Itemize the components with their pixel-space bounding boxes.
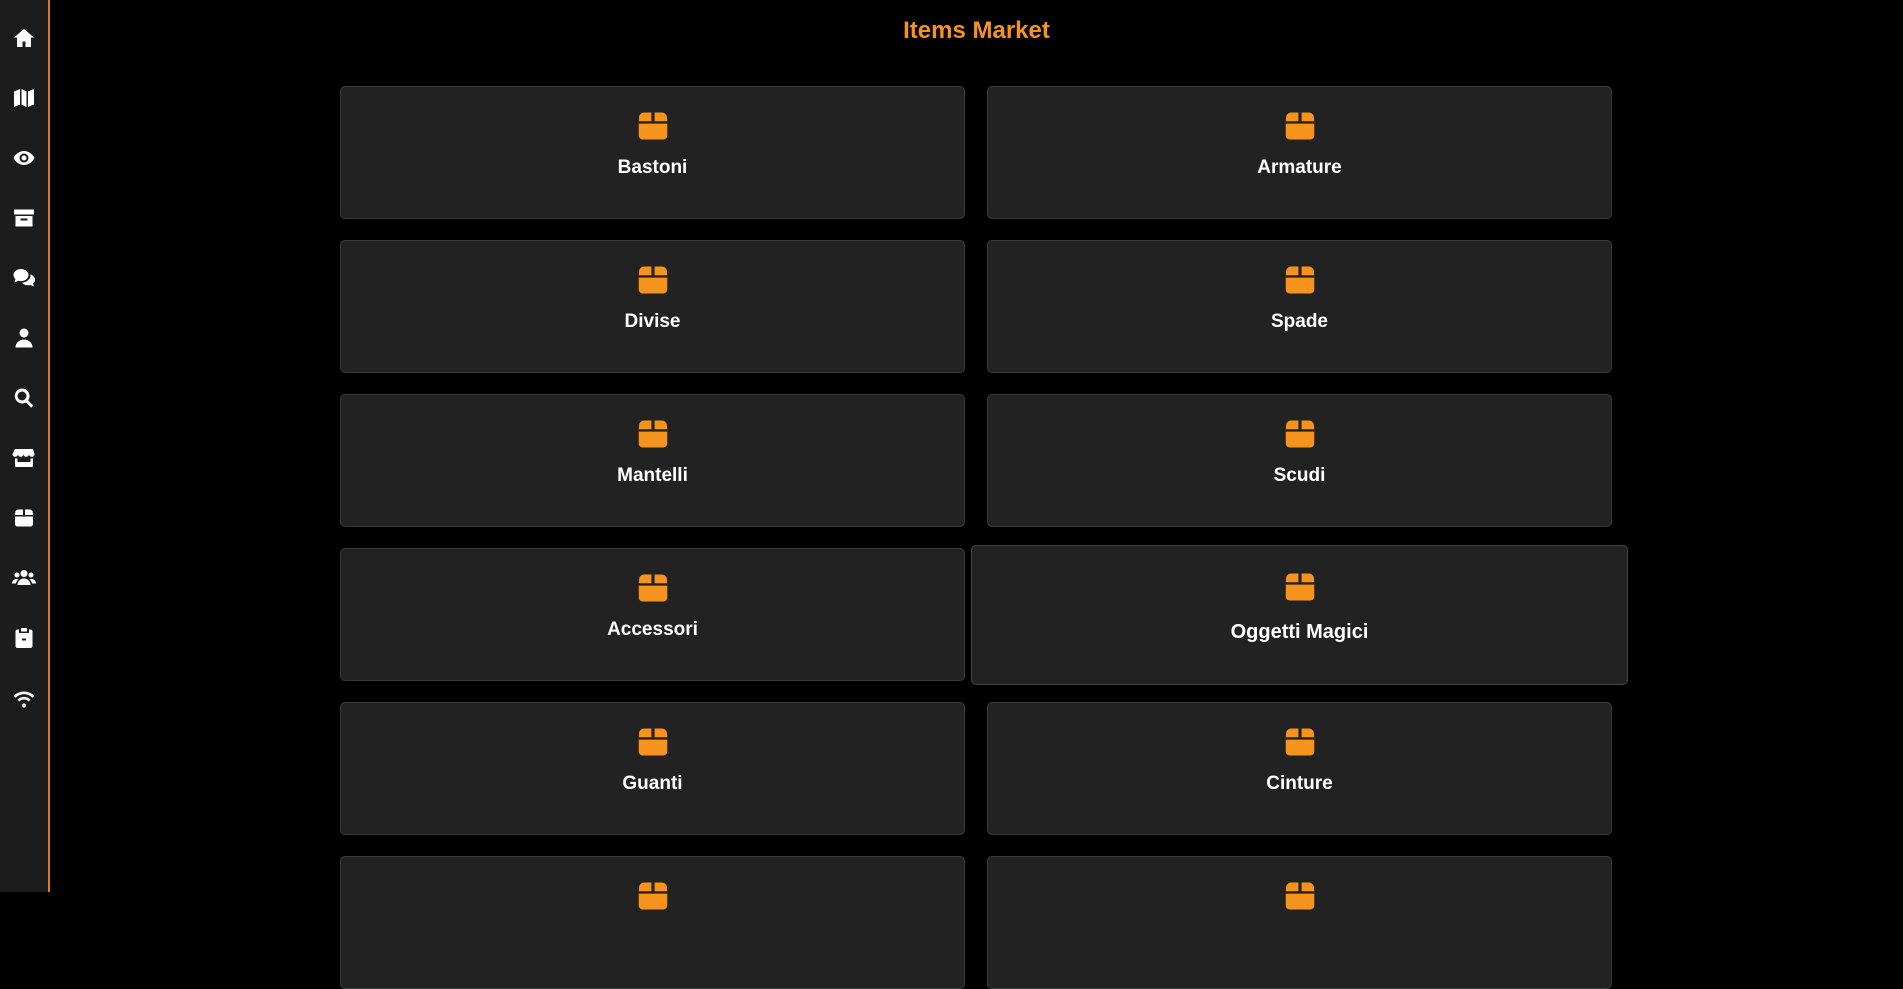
category-card-guanti[interactable]: Guanti: [340, 702, 965, 835]
box-icon: [1281, 723, 1319, 761]
box-icon: [1281, 877, 1319, 915]
category-card-partial[interactable]: [340, 856, 965, 989]
box-icon: [1281, 415, 1319, 453]
box-icon: [634, 261, 672, 299]
category-label: Bastoni: [617, 157, 688, 178]
search-icon[interactable]: [11, 385, 37, 411]
map-icon[interactable]: [11, 85, 37, 111]
box-icon: [634, 107, 672, 145]
category-card-scudi[interactable]: Scudi: [987, 394, 1612, 527]
archive-icon[interactable]: [11, 205, 37, 231]
page-title: Items Market: [903, 17, 1050, 44]
box-icon: [1281, 568, 1319, 606]
wifi-icon[interactable]: [11, 685, 37, 711]
user-icon[interactable]: [11, 325, 37, 351]
category-card-spade[interactable]: Spade: [987, 240, 1612, 373]
category-label: Accessori: [607, 619, 698, 640]
category-card-divise[interactable]: Divise: [340, 240, 965, 373]
category-card-armature[interactable]: Armature: [987, 86, 1612, 219]
box-icon: [634, 569, 672, 607]
box-icon[interactable]: [11, 505, 37, 531]
category-card-cinture[interactable]: Cinture: [987, 702, 1612, 835]
box-icon: [1281, 261, 1319, 299]
category-label: Scudi: [1273, 465, 1326, 486]
category-label: Spade: [1270, 311, 1329, 332]
box-icon: [634, 723, 672, 761]
chat-icon[interactable]: [11, 265, 37, 291]
category-card-accessori[interactable]: Accessori: [340, 548, 965, 681]
category-card-partial[interactable]: [987, 856, 1612, 989]
category-card-bastoni[interactable]: Bastoni: [340, 86, 965, 219]
eye-icon[interactable]: [11, 145, 37, 171]
users-icon[interactable]: [11, 565, 37, 591]
box-icon: [634, 877, 672, 915]
category-label: Oggetti Magici: [1230, 621, 1369, 643]
category-label: Divise: [624, 311, 681, 332]
category-card-mantelli[interactable]: Mantelli: [340, 394, 965, 527]
category-card-oggetti-magici[interactable]: Oggetti Magici: [971, 545, 1628, 685]
category-label: Mantelli: [617, 465, 688, 486]
box-icon: [634, 415, 672, 453]
category-label: Guanti: [622, 773, 683, 794]
box-icon: [1281, 107, 1319, 145]
sidebar: [0, 0, 50, 892]
clipboard-icon[interactable]: [11, 625, 37, 651]
category-label: Armature: [1257, 157, 1342, 178]
category-label: Cinture: [1266, 773, 1333, 794]
store-icon[interactable]: [11, 445, 37, 471]
